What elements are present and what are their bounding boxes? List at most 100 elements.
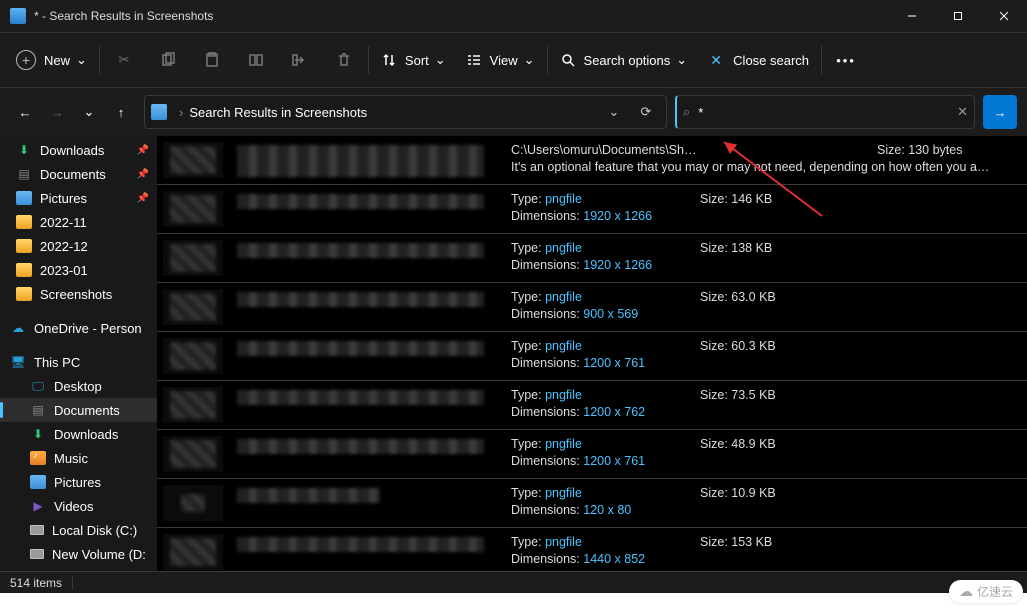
forward-button[interactable]: →: [42, 97, 72, 127]
search-go-button[interactable]: →: [983, 95, 1017, 129]
separator: [547, 46, 548, 74]
sidebar-item-pictures2[interactable]: Pictures: [0, 470, 157, 494]
search-icon: ⌕: [683, 104, 690, 120]
thumbnail: [163, 436, 223, 472]
sidebar-item-2022-12[interactable]: 2022-12: [0, 234, 157, 258]
thumbnail: [163, 289, 223, 325]
result-size: Size: 130 bytes: [877, 142, 962, 159]
copy-icon: [160, 52, 176, 68]
sidebar-item-newvolume[interactable]: New Volume (D:: [0, 542, 157, 566]
filename: [237, 387, 497, 405]
thumbnail: [163, 142, 223, 178]
trash-icon: [336, 52, 352, 68]
download-icon: ⬇: [16, 142, 32, 158]
close-button[interactable]: [981, 0, 1027, 32]
rename-button[interactable]: [236, 40, 276, 80]
plus-icon: +: [16, 50, 36, 70]
sidebar-item-downloads[interactable]: ⬇Downloads📌: [0, 138, 157, 162]
more-button[interactable]: •••: [826, 40, 866, 80]
sidebar-item-desktop[interactable]: 🖵Desktop: [0, 374, 157, 398]
sidebar-item-localdisk[interactable]: Local Disk (C:): [0, 518, 157, 542]
maximize-button[interactable]: [935, 0, 981, 32]
filename: [237, 338, 497, 356]
filename: [237, 436, 497, 454]
paste-button[interactable]: [192, 40, 232, 80]
thumbnail: [163, 534, 223, 570]
sidebar-item-music[interactable]: Music: [0, 446, 157, 470]
pin-icon: 📌: [137, 193, 149, 204]
filename: [237, 289, 497, 307]
up-button[interactable]: ↑: [106, 97, 136, 127]
search-input[interactable]: ⌕ * ✕: [675, 95, 975, 129]
result-row[interactable]: Type: pngfileDimensions: 1920 x 1266 Siz…: [157, 234, 1027, 283]
search-results-list[interactable]: C:\Users\omuru\Documents\Sh… It's an opt…: [157, 136, 1027, 571]
result-size: Size: 60.3 KB: [700, 338, 1019, 355]
filename: [237, 142, 497, 177]
minimize-button[interactable]: [889, 0, 935, 32]
separator: [821, 46, 822, 74]
chevron-down-icon: ⌄: [76, 52, 87, 68]
refresh-button[interactable]: ⟳: [632, 98, 660, 126]
thumbnail: [163, 387, 223, 423]
explorer-window: * - Search Results in Screenshots + New …: [0, 0, 1027, 593]
clipboard-icon: [204, 52, 220, 68]
address-bar[interactable]: › Search Results in Screenshots ⌄ ⟳: [144, 95, 667, 129]
cut-button[interactable]: ✂: [104, 40, 144, 80]
pin-icon: 📌: [137, 145, 149, 156]
music-icon: [30, 451, 46, 465]
share-button[interactable]: [280, 40, 320, 80]
navigation-pane[interactable]: ⬇Downloads📌 ▤Documents📌 Pictures📌 2022-1…: [0, 136, 157, 571]
breadcrumb[interactable]: Search Results in Screenshots: [189, 105, 367, 120]
onedrive-icon: ☁: [10, 320, 26, 336]
titlebar[interactable]: * - Search Results in Screenshots: [0, 0, 1027, 32]
copy-button[interactable]: [148, 40, 188, 80]
thumbnail: [163, 191, 223, 227]
result-row[interactable]: C:\Users\omuru\Documents\Sh… It's an opt…: [157, 136, 1027, 185]
sidebar-item-documents2[interactable]: ▤Documents: [0, 398, 157, 422]
delete-button[interactable]: [324, 40, 364, 80]
close-search-button[interactable]: ✕ Close search: [699, 40, 817, 80]
close-icon: ✕: [707, 51, 725, 69]
sidebar-item-downloads2[interactable]: ⬇Downloads: [0, 422, 157, 446]
result-size: Size: 138 KB: [700, 240, 1019, 257]
back-button[interactable]: ←: [10, 97, 40, 127]
result-row[interactable]: Type: pngfileDimensions: 900 x 569 Size:…: [157, 283, 1027, 332]
thumbnail: [163, 485, 223, 521]
new-button[interactable]: + New ⌄: [8, 40, 95, 80]
sidebar-item-pictures[interactable]: Pictures📌: [0, 186, 157, 210]
sidebar-item-thispc[interactable]: 🖥This PC: [0, 350, 157, 374]
result-row[interactable]: Type: pngfileDimensions: 1920 x 1266 Siz…: [157, 185, 1027, 234]
disk-icon: [30, 549, 44, 559]
sidebar-item-documents[interactable]: ▤Documents📌: [0, 162, 157, 186]
pictures-icon: [16, 191, 32, 205]
history-button[interactable]: ⌄: [600, 98, 628, 126]
pin-icon: 📌: [137, 169, 149, 180]
download-icon: ⬇: [30, 426, 46, 442]
scissors-icon: ✂: [115, 51, 133, 69]
clear-icon[interactable]: ✕: [957, 104, 968, 120]
sidebar-item-2023-01[interactable]: 2023-01: [0, 258, 157, 282]
result-row[interactable]: Type: pngfileDimensions: 120 x 80 Size: …: [157, 479, 1027, 528]
result-row[interactable]: Type: pngfileDimensions: 1440 x 852 Size…: [157, 528, 1027, 571]
result-row[interactable]: Type: pngfileDimensions: 1200 x 761 Size…: [157, 332, 1027, 381]
sidebar-item-screenshots[interactable]: Screenshots: [0, 282, 157, 306]
sidebar-item-onedrive[interactable]: ☁OneDrive - Person: [0, 316, 157, 340]
result-size: Size: 63.0 KB: [700, 289, 1019, 306]
filename: [237, 534, 497, 552]
chevron-down-icon: ⌄: [435, 52, 446, 68]
result-size: Size: 73.5 KB: [700, 387, 1019, 404]
toolbar: + New ⌄ ✂ Sort ⌄ View ⌄ Search options ⌄: [0, 32, 1027, 88]
sidebar-item-videos[interactable]: ▶Videos: [0, 494, 157, 518]
chevron-down-icon: ⌄: [676, 52, 687, 68]
view-button[interactable]: View ⌄: [458, 40, 543, 80]
result-row[interactable]: Type: pngfileDimensions: 1200 x 762 Size…: [157, 381, 1027, 430]
result-row[interactable]: Type: pngfileDimensions: 1200 x 761 Size…: [157, 430, 1027, 479]
result-path: C:\Users\omuru\Documents\Sh…: [511, 142, 686, 159]
search-options-button[interactable]: Search options ⌄: [552, 40, 696, 80]
sidebar-item-2022-11[interactable]: 2022-11: [0, 210, 157, 234]
recent-button[interactable]: ⌄: [74, 97, 104, 127]
status-count: 514 items: [10, 576, 62, 590]
sort-button[interactable]: Sort ⌄: [373, 40, 454, 80]
sort-icon: [381, 52, 397, 68]
separator: [99, 46, 100, 74]
